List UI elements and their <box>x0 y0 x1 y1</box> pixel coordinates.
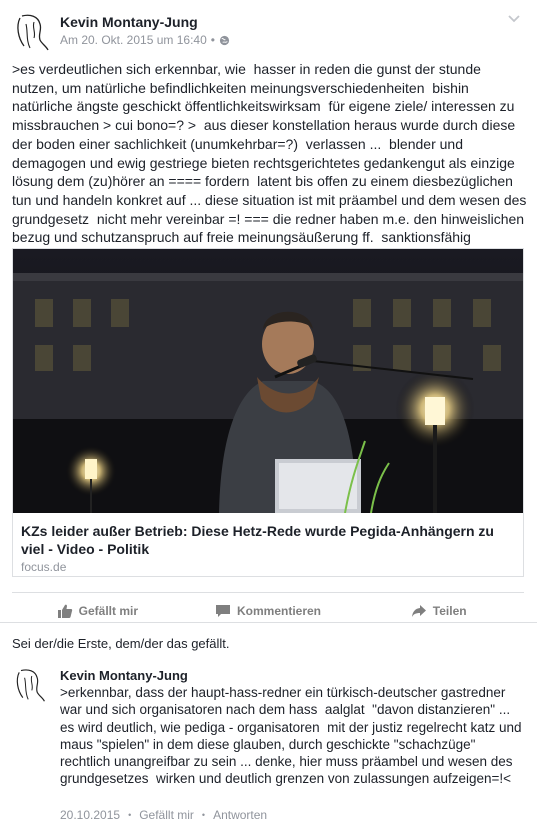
comment-avatar[interactable] <box>12 667 48 703</box>
like-label: Gefällt mir <box>78 603 139 618</box>
comment-date[interactable]: 20.10.2015 <box>60 808 120 822</box>
avatar-sketch-icon <box>12 12 52 52</box>
comment-text: >erkennbar, dass der haupt-hass-redner e… <box>60 685 526 787</box>
comment-author[interactable]: Kevin Montany-Jung <box>60 668 188 683</box>
thumbs-up-icon <box>57 604 72 618</box>
speaker-video-thumbnail <box>13 249 523 513</box>
chevron-down-icon[interactable] <box>505 10 523 28</box>
meta-separator: • <box>210 33 215 47</box>
avatar[interactable] <box>12 12 52 52</box>
link-preview-card[interactable]: KZs leider außer Betrieb: Diese Hetz-Red… <box>12 248 524 577</box>
comment-meta: 20.10.2015 • Gefällt mir • Antworten <box>60 808 267 822</box>
post-meta: Am 20. Okt. 2015 um 16:40 • <box>60 33 230 47</box>
comment-meta-separator: • <box>128 810 132 820</box>
globe-icon <box>219 35 230 45</box>
comment-label: Kommentieren <box>236 603 322 618</box>
post-action-bar: Gefällt mir Kommentieren Teilen <box>12 592 524 622</box>
comment-reply-link[interactable]: Antworten <box>213 808 267 822</box>
comment-button[interactable]: Kommentieren <box>183 593 354 622</box>
comment-meta-separator: • <box>201 810 206 820</box>
like-button[interactable]: Gefällt mir <box>12 593 183 622</box>
likes-summary: Sei der/die Erste, dem/der das gefällt. <box>12 636 230 651</box>
post-timestamp[interactable]: Am 20. Okt. 2015 um 16:40 <box>60 33 207 47</box>
link-domain: focus.de <box>21 560 67 574</box>
share-label: Teilen <box>432 603 467 618</box>
link-title[interactable]: KZs leider außer Betrieb: Diese Hetz-Red… <box>21 522 515 558</box>
post-header: Kevin Montany-Jung Am 20. Okt. 2015 um 1… <box>0 0 537 58</box>
share-arrow-icon <box>411 604 426 617</box>
post-text: >es verdeutlichen sich erkennbar, wie ha… <box>12 61 527 264</box>
avatar-sketch-icon <box>12 667 48 703</box>
comment-like-link[interactable]: Gefällt mir <box>139 808 194 822</box>
share-button[interactable]: Teilen <box>353 593 524 622</box>
link-preview-image[interactable] <box>13 249 523 513</box>
post-author[interactable]: Kevin Montany-Jung <box>60 14 198 30</box>
divider <box>0 622 537 623</box>
comment-icon <box>215 604 230 617</box>
